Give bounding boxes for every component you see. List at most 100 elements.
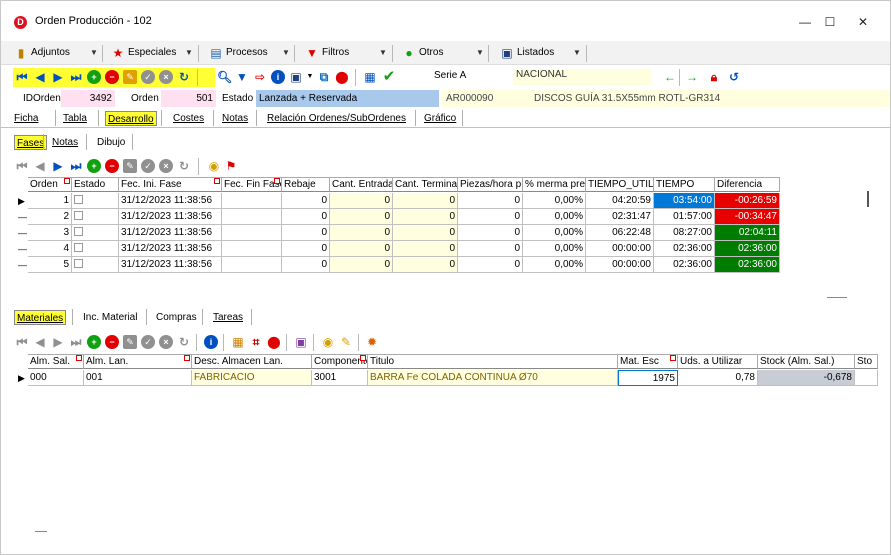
minimize-button[interactable]: —: [793, 11, 817, 33]
chevron-down-icon[interactable]: ▼: [185, 44, 193, 62]
table-cell[interactable]: 02:36:00: [715, 241, 780, 257]
chevron-down-icon[interactable]: ▼: [90, 44, 98, 62]
tab-relacion-ordenes[interactable]: Relación Ordenes/SubOrdenes: [267, 111, 406, 126]
tab-inc-material[interactable]: Inc. Material: [83, 310, 137, 325]
column-header[interactable]: Rebaje: [282, 177, 330, 192]
table-cell[interactable]: [72, 257, 119, 273]
check-icon[interactable]: ✔: [382, 69, 396, 84]
table-cell[interactable]: [222, 193, 282, 209]
column-header[interactable]: Alm. Lan.: [84, 354, 192, 369]
table-cell[interactable]: 0: [282, 225, 330, 241]
column-header[interactable]: Desc. Almacen Lan.: [192, 354, 312, 369]
edit-icon[interactable]: ✎: [123, 159, 137, 173]
confirm-icon[interactable]: ✓: [141, 159, 155, 173]
table-cell[interactable]: [855, 370, 878, 386]
add-icon[interactable]: +: [87, 159, 101, 173]
previous-record-icon[interactable]: ◀: [33, 335, 47, 349]
table-cell[interactable]: 0: [393, 193, 458, 209]
column-header[interactable]: Mat. Esc: [618, 354, 678, 369]
edit-icon[interactable]: ✎: [123, 335, 137, 349]
arrow-right-icon[interactable]: →: [685, 70, 699, 84]
table-cell[interactable]: 02:31:47: [586, 209, 654, 225]
table-cell[interactable]: 0,00%: [523, 225, 586, 241]
chevron-down-icon[interactable]: ▼: [303, 70, 317, 84]
table-cell[interactable]: 1975: [618, 370, 678, 386]
last-record-icon[interactable]: ⏭: [69, 335, 83, 349]
column-header[interactable]: Fec. Ini. Fase: [119, 177, 222, 192]
column-header[interactable]: Estado: [72, 177, 119, 192]
estado-checkbox[interactable]: [74, 259, 83, 268]
procesos-menu[interactable]: ▤ Procesos: [209, 44, 267, 62]
undo-icon[interactable]: ↺: [727, 70, 741, 84]
close-button[interactable]: ✕: [851, 11, 875, 33]
table-cell[interactable]: [72, 209, 119, 225]
confirm-icon[interactable]: ✓: [141, 70, 155, 84]
tab-dibujo[interactable]: Dibujo: [97, 135, 125, 150]
tab-desarrollo[interactable]: Desarrollo: [105, 111, 157, 126]
edit-note-icon[interactable]: ✎: [339, 335, 353, 349]
table-cell[interactable]: 3001: [312, 370, 368, 386]
table-cell[interactable]: 04:20:59: [586, 193, 654, 209]
table-cell[interactable]: [72, 241, 119, 257]
table-cell[interactable]: BARRA Fe COLADA CONTINUA Ø70: [368, 370, 618, 386]
table-cell[interactable]: 0: [458, 193, 523, 209]
splitter-handle[interactable]: [827, 297, 847, 298]
arrow-left-icon[interactable]: ←: [663, 70, 677, 84]
table-cell[interactable]: 000: [28, 370, 84, 386]
info-icon[interactable]: i: [204, 335, 218, 349]
estado-checkbox[interactable]: [74, 195, 83, 204]
table-cell[interactable]: 0: [393, 209, 458, 225]
table-cell[interactable]: [222, 257, 282, 273]
table-cell[interactable]: 31/12/2023 11:38:56: [119, 209, 222, 225]
delete-icon[interactable]: −: [105, 159, 119, 173]
column-header[interactable]: Cant. Terminad: [393, 177, 458, 192]
especiales-menu[interactable]: ★ Especiales: [111, 44, 177, 62]
otros-menu[interactable]: ● Otros: [402, 44, 443, 62]
table-cell[interactable]: 03:54:00: [654, 193, 715, 209]
next-record-icon[interactable]: ▶: [51, 335, 65, 349]
coins-icon[interactable]: ◉: [207, 159, 221, 173]
tab-notas-fases[interactable]: Notas: [52, 135, 78, 150]
table-cell[interactable]: 0: [330, 241, 393, 257]
table-cell[interactable]: 02:36:00: [654, 241, 715, 257]
table-cell[interactable]: -00:26:59: [715, 193, 780, 209]
tab-materiales[interactable]: Materiales: [14, 310, 67, 325]
confirm-icon[interactable]: ✓: [141, 335, 155, 349]
table-cell[interactable]: 0: [282, 193, 330, 209]
next-record-icon[interactable]: ▶: [51, 70, 65, 84]
table-cell[interactable]: 0: [282, 257, 330, 273]
calculator-icon[interactable]: ▣: [294, 335, 308, 349]
chevron-down-icon[interactable]: ▼: [573, 44, 581, 62]
calculator-icon[interactable]: ▦: [363, 70, 377, 84]
table-cell[interactable]: 0: [330, 193, 393, 209]
listados-menu[interactable]: ▣ Listados: [500, 44, 554, 62]
table-cell[interactable]: 31/12/2023 11:38:56: [119, 193, 222, 209]
first-record-icon[interactable]: ⏮: [15, 159, 29, 173]
table-cell[interactable]: 0: [282, 241, 330, 257]
table-cell[interactable]: FABRICACIO: [192, 370, 312, 386]
splitter-handle[interactable]: [35, 531, 47, 532]
column-header[interactable]: TIEMPO_UTIL: [586, 177, 654, 192]
adjuntos-menu[interactable]: ▮ Adjuntos: [14, 44, 70, 62]
delete-icon[interactable]: −: [105, 335, 119, 349]
cancel-icon[interactable]: ×: [159, 335, 173, 349]
column-header[interactable]: Titulo: [368, 354, 618, 369]
last-record-icon[interactable]: ⏭: [69, 70, 83, 84]
column-header[interactable]: Fec. Fin Fase: [222, 177, 282, 192]
table-cell[interactable]: [72, 193, 119, 209]
column-header[interactable]: Cant. Entrada: [330, 177, 393, 192]
estado-checkbox[interactable]: [74, 227, 83, 236]
cancel-icon[interactable]: ×: [159, 70, 173, 84]
tab-tabla[interactable]: Tabla: [63, 111, 87, 126]
table-cell[interactable]: 0: [393, 257, 458, 273]
printer-icon[interactable]: ▣: [289, 70, 303, 84]
column-header[interactable]: Diferencia: [715, 177, 780, 192]
table-cell[interactable]: 02:04:11: [715, 225, 780, 241]
filter-icon[interactable]: ▼: [235, 70, 249, 84]
refresh-icon[interactable]: ↻: [177, 70, 191, 84]
table-cell[interactable]: -00:34:47: [715, 209, 780, 225]
table-cell[interactable]: 0: [330, 257, 393, 273]
table-cell[interactable]: 01:57:00: [654, 209, 715, 225]
grid-icon[interactable]: ▦: [231, 335, 245, 349]
table-cell[interactable]: 31/12/2023 11:38:56: [119, 225, 222, 241]
